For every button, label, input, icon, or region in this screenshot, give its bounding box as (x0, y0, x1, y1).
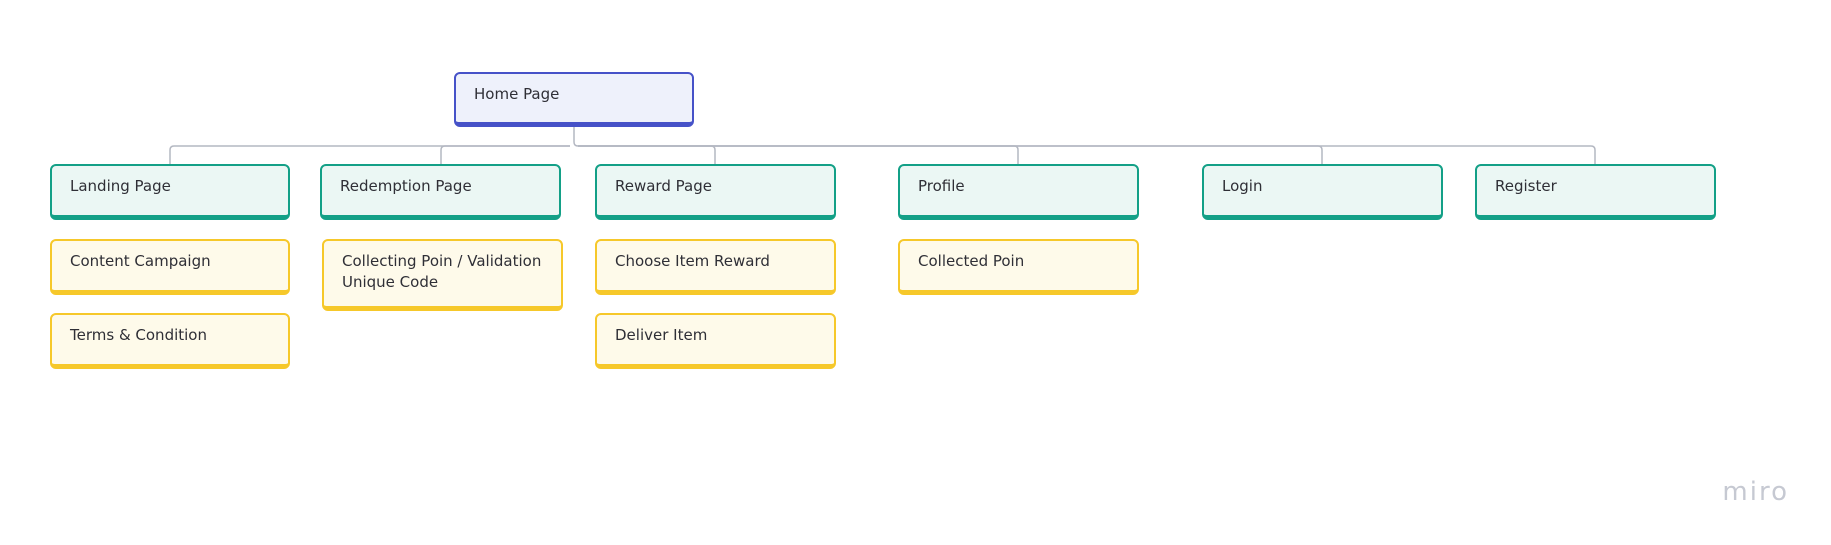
node-label: Reward Page (615, 177, 712, 195)
node-label: Collecting Poin / Validation Unique Code (342, 252, 542, 291)
node-collected-poin[interactable]: Collected Poin (898, 239, 1139, 295)
node-login[interactable]: Login (1202, 164, 1443, 220)
node-label: Redemption Page (340, 177, 472, 195)
node-terms-condition[interactable]: Terms & Condition (50, 313, 290, 369)
connector-reward-page (578, 145, 716, 164)
node-label: Collected Poin (918, 252, 1025, 270)
connector-root-stem (573, 127, 579, 147)
connector-login (578, 145, 1323, 164)
node-register[interactable]: Register (1475, 164, 1716, 220)
node-collecting-poin-validation[interactable]: Collecting Poin / Validation Unique Code (322, 239, 563, 311)
node-label: Home Page (474, 85, 560, 103)
node-landing-page[interactable]: Landing Page (50, 164, 290, 220)
node-content-campaign[interactable]: Content Campaign (50, 239, 290, 295)
node-label: Login (1222, 177, 1263, 195)
node-profile[interactable]: Profile (898, 164, 1139, 220)
node-home-page[interactable]: Home Page (454, 72, 694, 127)
connector-redemption-page (440, 145, 570, 164)
node-label: Choose Item Reward (615, 252, 770, 270)
connector-register (578, 145, 1596, 164)
node-label: Deliver Item (615, 326, 708, 344)
node-label: Landing Page (70, 177, 171, 195)
node-redemption-page[interactable]: Redemption Page (320, 164, 561, 220)
node-choose-item-reward[interactable]: Choose Item Reward (595, 239, 836, 295)
node-label: Content Campaign (70, 252, 211, 270)
connector-profile (578, 145, 1019, 164)
node-reward-page[interactable]: Reward Page (595, 164, 836, 220)
node-deliver-item[interactable]: Deliver Item (595, 313, 836, 369)
node-label: Terms & Condition (70, 326, 207, 344)
miro-watermark: miro (1722, 477, 1789, 507)
node-label: Register (1495, 177, 1557, 195)
connector-landing-page (169, 145, 570, 164)
node-label: Profile (918, 177, 965, 195)
diagram-canvas: Home Page Landing Page Redemption Page R… (0, 0, 1831, 545)
